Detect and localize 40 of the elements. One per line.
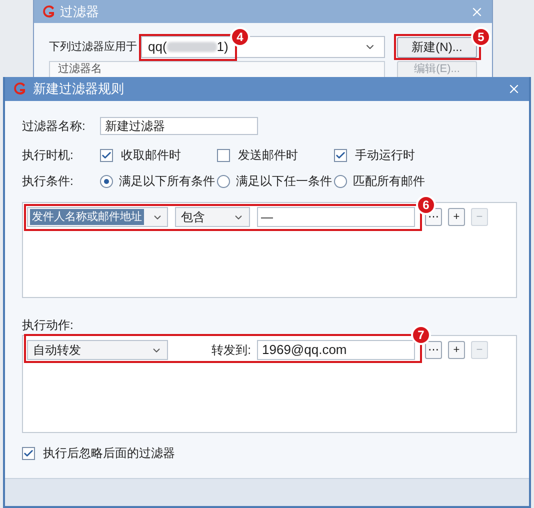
checkbox[interactable] [100, 148, 113, 162]
checkbox-label: 执行后忽略后面的过滤器 [43, 445, 175, 462]
row-button[interactable]: ⋯ [425, 341, 442, 359]
row-button[interactable]: + [448, 341, 465, 359]
field-label: 下列过滤器应用于 [49, 40, 138, 55]
checkbox[interactable] [22, 446, 35, 460]
field-label: 过滤器名称: [22, 118, 86, 135]
checkbox-label: 收取邮件时 [121, 147, 181, 164]
dropdown-value: 自动转发 [33, 342, 81, 359]
row-button[interactable]: + [448, 208, 465, 226]
radio-button[interactable] [100, 174, 113, 188]
radio-label: 匹配所有邮件 [353, 173, 425, 190]
field-label: 执行条件: [22, 173, 74, 190]
radio-label: 满足以下任一条件 [236, 173, 332, 190]
field-label: 转发到: [212, 342, 251, 359]
radio-button[interactable] [217, 174, 230, 188]
checkbox-label: 发送邮件时 [238, 147, 298, 164]
field-label: 执行时机: [22, 147, 74, 164]
window-title: 过滤器 [60, 2, 99, 21]
window-title: 新建过滤器规则 [33, 80, 124, 98]
value-field[interactable]: — [257, 207, 415, 227]
logo-icon [13, 82, 27, 96]
logo-icon [42, 4, 56, 18]
blurred-text [166, 42, 217, 52]
dropdown-value: 发件人名称或邮件地址 [30, 208, 144, 226]
section-label: 执行动作: [22, 317, 74, 333]
close-icon[interactable] [507, 82, 521, 96]
action-dropdown[interactable]: 自动转发 [27, 340, 168, 360]
column-header: 过滤器名 [58, 63, 102, 76]
radio-label: 满足以下所有条件 [119, 173, 215, 190]
dropdown-value: 包含 [181, 209, 205, 226]
new-button[interactable]: 新建(N)... [397, 36, 477, 58]
checkbox[interactable] [217, 148, 230, 162]
operator-dropdown[interactable]: 包含 [175, 207, 250, 227]
forward-address-field[interactable]: 1969@qq.com [257, 340, 415, 360]
field-dropdown[interactable]: 发件人名称或邮件地址 [27, 207, 168, 227]
name-field[interactable]: 新建过滤器 [100, 117, 258, 135]
checkbox-label: 手动运行时 [355, 147, 415, 164]
radio-button[interactable] [334, 174, 347, 188]
checkbox[interactable] [334, 148, 347, 162]
